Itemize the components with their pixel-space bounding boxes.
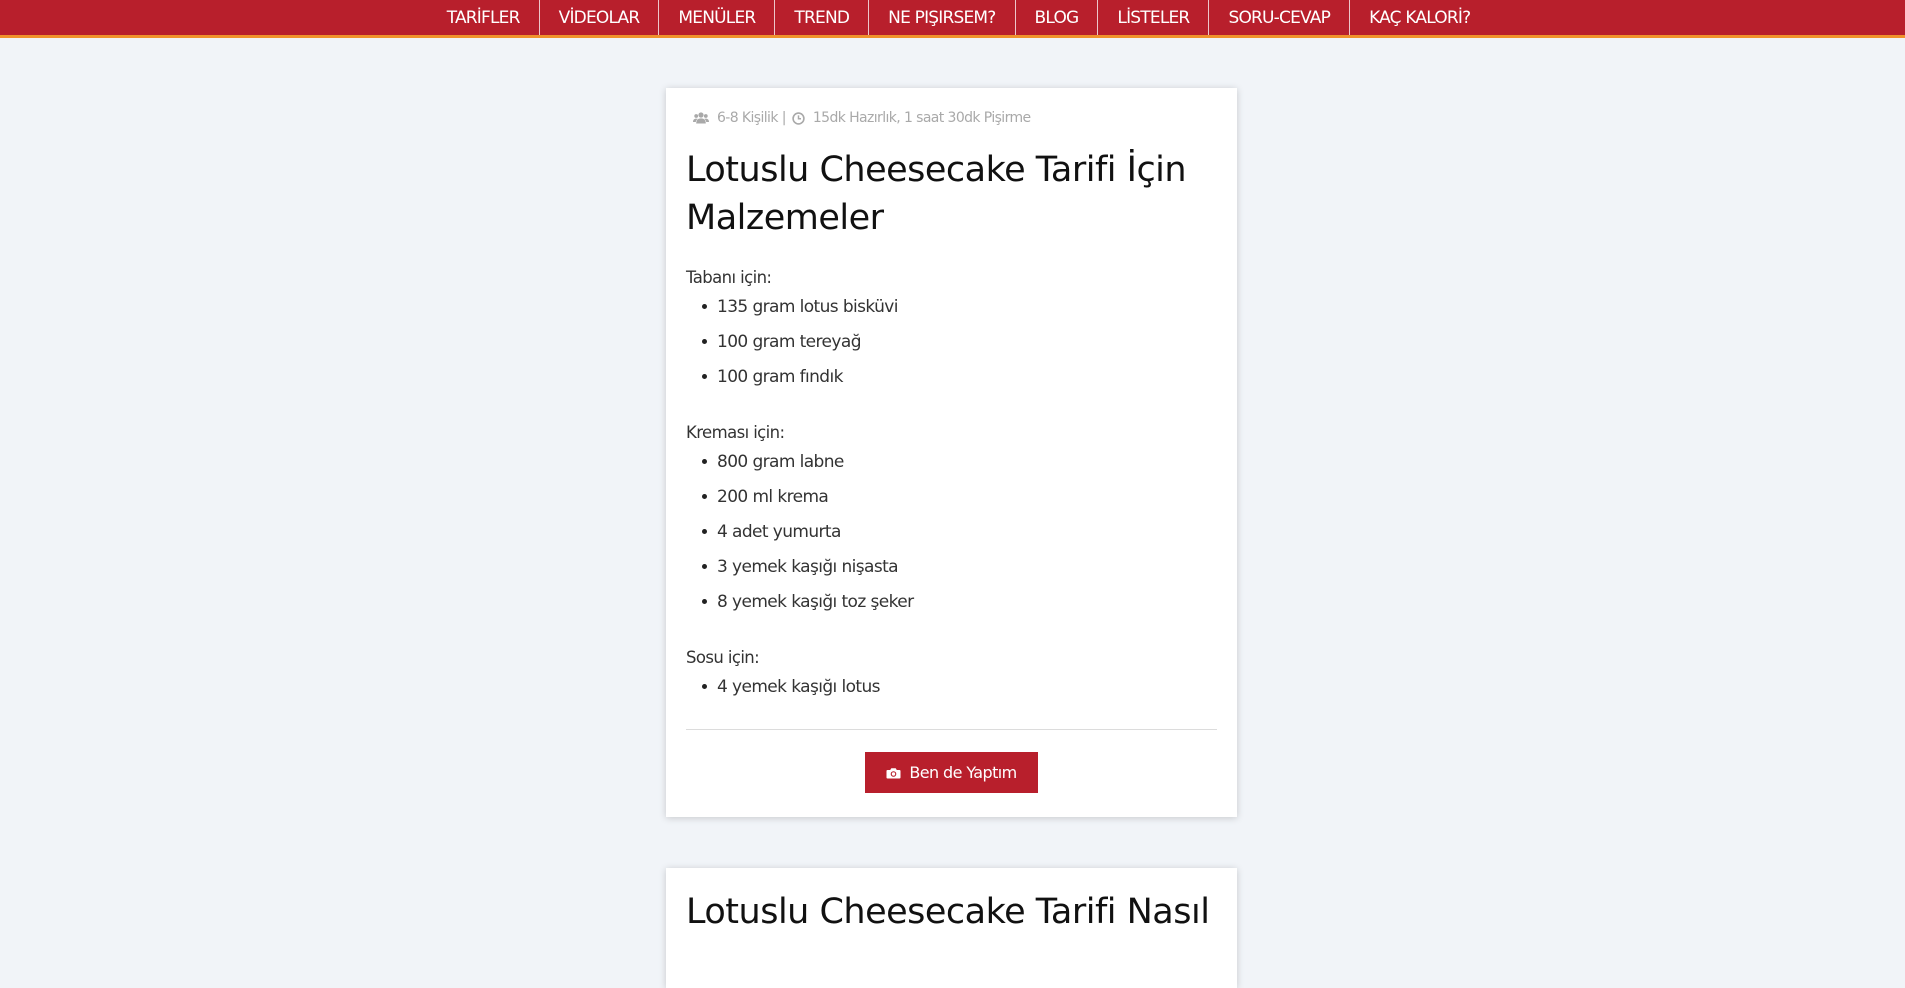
recipe-meta: 6-8 Kişilik | 15dk Hazırlık, 1 saat 30dk… — [693, 110, 1031, 126]
divider — [686, 729, 1217, 730]
time-text: 15dk Hazırlık, 1 saat 30dk Pişirme — [812, 110, 1031, 126]
ingredient-item: 4 adet yumurta — [686, 514, 913, 549]
section-label-cream: Kreması için: — [686, 423, 785, 442]
nav-item-videolar[interactable]: VİDEOLAR — [538, 0, 659, 35]
nav-item-kac-kalori[interactable]: KAÇ KALORİ? — [1349, 0, 1489, 35]
ingredient-item: 100 gram fındık — [686, 359, 898, 394]
nav-item-trend[interactable]: TREND — [774, 0, 868, 35]
ingredient-item: 200 ml krema — [686, 479, 913, 514]
instructions-title: Lotuslu Cheesecake Tarifi Nasıl — [686, 892, 1210, 932]
instructions-card: Lotuslu Cheesecake Tarifi Nasıl — [666, 868, 1237, 988]
ingredient-item: 135 gram lotus bisküvi — [686, 289, 898, 324]
users-icon — [693, 112, 709, 124]
ingredient-item: 3 yemek kaşığı nişasta — [686, 549, 913, 584]
nav-item-soru-cevap[interactable]: SORU-CEVAP — [1208, 0, 1349, 35]
servings-text: 6-8 Kişilik | — [717, 110, 786, 126]
ingredient-item: 8 yemek kaşığı toz şeker — [686, 584, 914, 619]
made-it-label: Ben de Yaptım — [909, 763, 1017, 782]
ingredient-list-sauce: 4 yemek kaşığı lotus — [686, 669, 880, 704]
nav-item-listeler[interactable]: LİSTELER — [1097, 0, 1208, 35]
ingredient-list-cream: 800 gram labne 200 ml krema 4 adet yumur… — [686, 444, 914, 619]
made-it-button[interactable]: Ben de Yaptım — [865, 752, 1038, 793]
nav-item-blog[interactable]: BLOG — [1014, 0, 1098, 35]
ingredient-list-base: 135 gram lotus bisküvi 100 gram tereyağ … — [686, 289, 898, 394]
nav-menu: TARİFLER VİDEOLAR MENÜLER TREND NE PIŞIR… — [428, 0, 1490, 35]
ingredient-item: 100 gram tereyağ — [686, 324, 898, 359]
ingredients-title: Lotuslu Cheesecake Tarifi İçin Malzemele… — [686, 150, 1187, 238]
section-label-sauce: Sosu için: — [686, 648, 760, 667]
nav-item-menuler[interactable]: MENÜLER — [658, 0, 774, 35]
camera-icon — [886, 767, 901, 779]
ingredients-card: 6-8 Kişilik | 15dk Hazırlık, 1 saat 30dk… — [666, 88, 1237, 817]
clock-icon — [792, 111, 805, 125]
main-navigation: TARİFLER VİDEOLAR MENÜLER TREND NE PIŞIR… — [0, 0, 1905, 38]
ingredient-item: 4 yemek kaşığı lotus — [686, 669, 880, 704]
ingredient-item: 800 gram labne — [686, 444, 913, 479]
nav-item-tarifler[interactable]: TARİFLER — [428, 0, 539, 35]
nav-item-ne-pisirsem[interactable]: NE PIŞIRSEM? — [868, 0, 1014, 35]
section-label-base: Tabanı için: — [686, 268, 772, 287]
